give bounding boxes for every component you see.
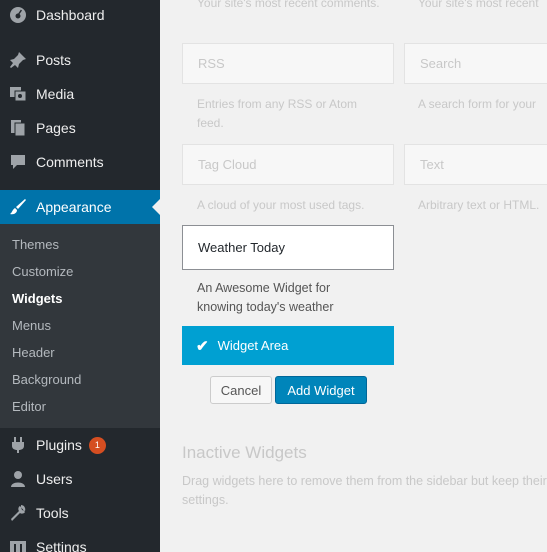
- menu-label: Settings: [36, 539, 87, 552]
- menu-label: Appearance: [36, 199, 112, 215]
- menu-label: Plugins: [36, 437, 82, 453]
- widget-description: Your site's most recent: [418, 0, 539, 10]
- menu-users[interactable]: Users: [0, 462, 160, 496]
- widget-description: Your site's most recent comments.: [197, 0, 380, 10]
- user-icon: [8, 469, 28, 489]
- menu-comments[interactable]: Comments: [0, 145, 160, 179]
- submenu-editor[interactable]: Editor: [12, 397, 46, 424]
- update-count-badge: 1: [88, 436, 106, 454]
- appearance-submenu: Themes Customize Widgets Menus Header Ba…: [0, 224, 160, 428]
- menu-dashboard[interactable]: Dashboard: [0, 0, 160, 32]
- pages-icon: [8, 118, 28, 138]
- submenu-header[interactable]: Header: [12, 343, 55, 370]
- dashboard-icon: [8, 5, 28, 25]
- widget-area-option[interactable]: ✔ Widget Area: [182, 326, 394, 365]
- inactive-widgets-heading: Inactive Widgets: [182, 443, 307, 462]
- admin-sidebar: Dashboard Posts Media Pages Comments App…: [0, 0, 160, 552]
- submenu-background[interactable]: Background: [12, 370, 81, 397]
- menu-label: Pages: [36, 120, 76, 136]
- widget-area-label: Widget Area: [217, 338, 289, 353]
- weather-widget-title[interactable]: Weather Today: [182, 225, 394, 270]
- comments-icon: [8, 152, 28, 172]
- widget-description: A cloud of your most used tags.: [197, 198, 365, 212]
- media-icon: [8, 84, 28, 104]
- submenu-themes[interactable]: Themes: [12, 235, 59, 262]
- submenu-menus[interactable]: Menus: [12, 316, 51, 343]
- menu-label: Posts: [36, 52, 72, 68]
- add-widget-button[interactable]: Add Widget: [275, 376, 367, 404]
- plugin-icon: [8, 435, 28, 455]
- widget-search[interactable]: Search: [404, 43, 547, 84]
- widget-text[interactable]: Text: [404, 144, 547, 185]
- settings-icon: [8, 537, 28, 552]
- submenu-widgets[interactable]: Widgets: [12, 289, 62, 316]
- submenu-customize[interactable]: Customize: [12, 262, 73, 289]
- brush-icon: [8, 197, 28, 217]
- menu-pages[interactable]: Pages: [0, 111, 160, 145]
- menu-label: Comments: [36, 154, 104, 170]
- menu-tools[interactable]: Tools: [0, 496, 160, 530]
- widget-tag-cloud[interactable]: Tag Cloud: [182, 144, 394, 185]
- menu-media[interactable]: Media: [0, 77, 160, 111]
- menu-posts[interactable]: Posts: [0, 43, 160, 77]
- widget-rss[interactable]: RSS: [182, 43, 394, 84]
- menu-label: Media: [36, 86, 75, 102]
- cancel-button[interactable]: Cancel: [210, 376, 272, 404]
- widget-description: A search form for your: [418, 97, 537, 111]
- menu-appearance[interactable]: Appearance: [0, 190, 160, 224]
- menu-label: Tools: [36, 505, 69, 521]
- checkmark-icon: ✔: [196, 337, 209, 355]
- weather-widget-description: An Awesome Widget for knowing today's we…: [197, 281, 334, 314]
- menu-label: Dashboard: [36, 7, 105, 23]
- widget-description: Entries from any RSS or Atom feed.: [197, 97, 358, 130]
- menu-label: Users: [36, 471, 73, 487]
- menu-settings[interactable]: Settings: [0, 530, 160, 552]
- inactive-widgets-description: Drag widgets here to remove them from th…: [182, 474, 547, 507]
- widget-description: Arbitrary text or HTML.: [418, 198, 540, 212]
- menu-plugins[interactable]: Plugins 1: [0, 428, 160, 462]
- pin-icon: [8, 50, 28, 70]
- wrench-icon: [8, 503, 28, 523]
